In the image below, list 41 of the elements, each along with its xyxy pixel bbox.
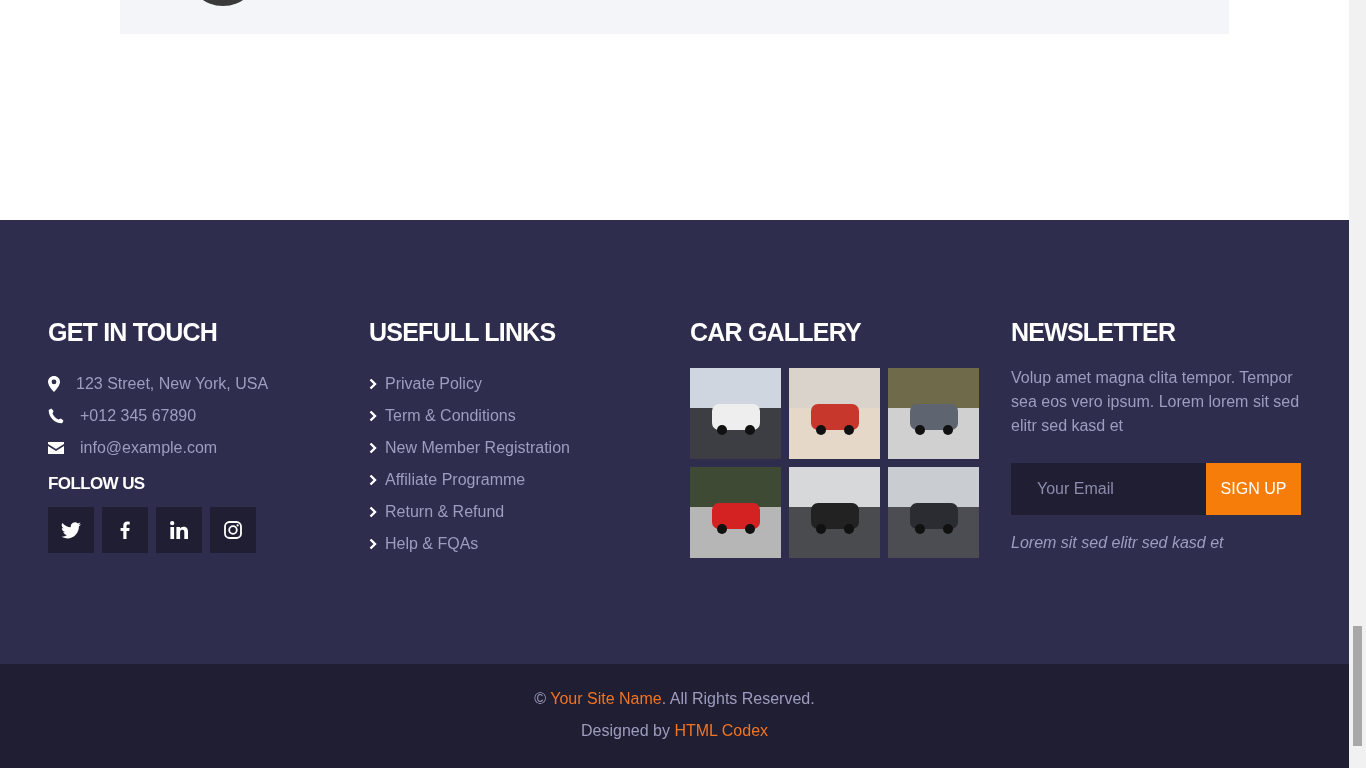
section-subheading: FOLLOW US xyxy=(48,474,146,495)
section-heading: NEWSLETTER xyxy=(1011,317,1177,348)
section-heading: GET IN TOUCH xyxy=(48,317,219,348)
envelope-icon xyxy=(48,442,64,454)
chevron-right-icon xyxy=(369,410,377,422)
section-heading: CAR GALLERY xyxy=(690,317,862,348)
chevron-right-icon xyxy=(369,378,377,390)
instagram-icon xyxy=(224,521,242,540)
chevron-right-icon xyxy=(369,474,377,486)
facebook-icon xyxy=(120,521,130,540)
footer-link[interactable]: Term & Conditions xyxy=(385,404,516,428)
chevron-right-icon xyxy=(369,506,377,518)
scrollbar-thumb[interactable] xyxy=(1353,626,1362,746)
linkedin-icon xyxy=(170,521,188,540)
footer-link[interactable]: Private Policy xyxy=(385,372,482,396)
sign-up-button[interactable]: SIGN UP xyxy=(1206,463,1301,515)
copyright-text: © Your Site Name. All Rights Reserved. xyxy=(533,689,816,709)
twitter-button[interactable] xyxy=(48,507,94,554)
scrollbar[interactable] xyxy=(1349,0,1366,768)
section-heading: USEFULL LINKS xyxy=(369,317,557,348)
designer-link[interactable]: HTML Codex xyxy=(674,722,769,739)
chevron-right-icon xyxy=(369,538,377,550)
newsletter-note: Lorem sit sed elitr sed kasd et xyxy=(1011,533,1225,553)
newsletter-text: Volup amet magna clita tempor. Tempor sea eos vero ipsum. Lorem lorem sit sed elitr sed kasd et xyxy=(1011,368,1301,436)
linkedin-button[interactable] xyxy=(156,507,202,554)
facebook-button[interactable] xyxy=(102,507,148,554)
chevron-right-icon xyxy=(369,442,377,454)
contact-text: info@example.com xyxy=(80,438,218,458)
pin-icon xyxy=(48,376,60,392)
designer-credit: Designed by HTML Codex xyxy=(579,721,770,741)
footer-link[interactable]: New Member Registration xyxy=(385,436,570,460)
twitter-icon xyxy=(61,521,81,539)
footer-link[interactable]: Affiliate Programme xyxy=(385,468,526,492)
site-name-link[interactable]: Your Site Name xyxy=(550,690,662,707)
footer-link[interactable]: Return & Refund xyxy=(385,500,505,524)
instagram-button[interactable] xyxy=(210,507,256,554)
contact-text: +012 345 67890 xyxy=(80,406,197,426)
footer-link[interactable]: Help & FQAs xyxy=(385,532,479,556)
email-input[interactable]: Your Email xyxy=(1011,463,1206,515)
phone-icon xyxy=(48,408,64,424)
contact-text: 123 Street, New York, USA xyxy=(76,374,269,394)
